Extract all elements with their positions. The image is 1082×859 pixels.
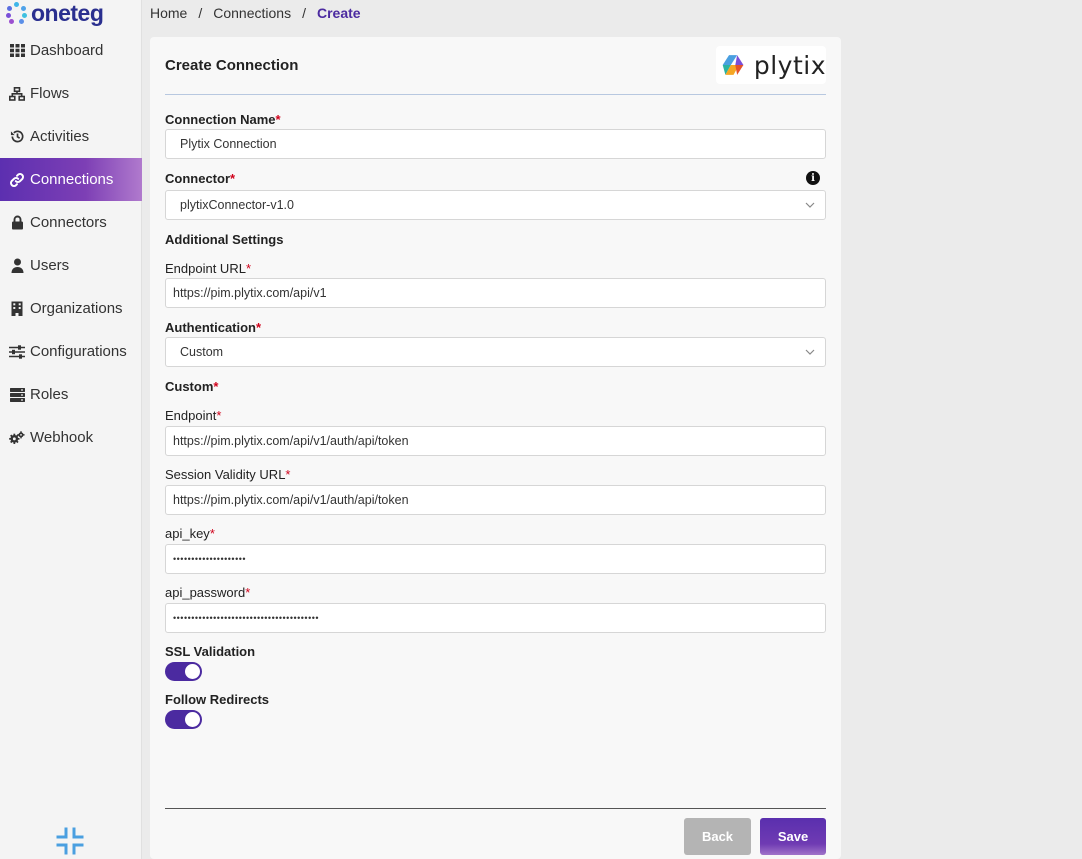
back-button[interactable]: Back — [684, 818, 751, 855]
link-icon — [9, 172, 25, 188]
follow-redirects-label: Follow Redirects — [165, 692, 270, 707]
connector-label: Connector* — [165, 171, 236, 186]
sidebar-item-users[interactable]: Users — [0, 244, 142, 287]
create-connection-card: Create Connection plytix Connection Name… — [150, 37, 841, 859]
connector-select[interactable]: plytixConnector-v1.0 — [165, 190, 826, 220]
building-icon — [9, 301, 25, 317]
breadcrumb-connections-link[interactable]: Connections — [213, 5, 291, 21]
chevron-down-icon — [805, 349, 815, 355]
authentication-select[interactable]: Custom — [165, 337, 826, 367]
plytix-mark-icon — [722, 55, 744, 75]
sidebar-item-label: Flows — [30, 85, 70, 102]
sitemap-icon — [9, 86, 25, 102]
ssl-validation-label: SSL Validation — [165, 644, 256, 659]
plytix-logo-text: plytix — [753, 50, 826, 80]
lock-icon — [9, 215, 25, 231]
endpoint-label: Endpoint* — [165, 408, 222, 423]
authentication-label: Authentication* — [165, 320, 262, 335]
sliders-icon — [9, 344, 25, 360]
endpoint-url-input[interactable]: https://pim.plytix.com/api/v1 — [165, 278, 826, 308]
session-validity-url-label: Session Validity URL* — [165, 467, 291, 482]
sidebar-item-webhook[interactable]: Webhook — [0, 416, 142, 459]
breadcrumb-separator: / — [302, 5, 306, 21]
sidebar-item-label: Webhook — [30, 429, 94, 446]
title-divider — [165, 94, 826, 95]
connection-name-label: Connection Name* — [165, 112, 281, 127]
sidebar-item-label: Roles — [30, 386, 69, 403]
endpoint-input[interactable]: https://pim.plytix.com/api/v1/auth/api/t… — [165, 426, 826, 456]
connection-name-input[interactable]: Plytix Connection — [165, 129, 826, 159]
api-key-label: api_key* — [165, 526, 215, 541]
sidebar-item-label: Activities — [30, 128, 90, 145]
api-password-input[interactable]: •••••••••••••••••••••••••••••••••••••••• — [165, 603, 826, 633]
user-icon — [9, 258, 25, 274]
sidebar-item-activities[interactable]: Activities — [0, 115, 142, 158]
breadcrumb-home-link[interactable]: Home — [150, 5, 187, 21]
session-validity-url-input[interactable]: https://pim.plytix.com/api/v1/auth/api/t… — [165, 485, 826, 515]
api-key-input[interactable]: •••••••••••••••••••• — [165, 544, 826, 574]
compress-icon — [56, 827, 84, 855]
sidebar-item-label: Dashboard — [30, 42, 104, 59]
logo-text: oneteg — [31, 0, 104, 26]
sidebar-item-organizations[interactable]: Organizations — [0, 287, 142, 330]
sidebar-item-flows[interactable]: Flows — [0, 72, 142, 115]
sidebar-item-label: Organizations — [30, 300, 123, 317]
collapse-sidebar-button[interactable] — [56, 827, 84, 855]
sidebar-item-configurations[interactable]: Configurations — [0, 330, 142, 373]
oneteg-logo[interactable]: oneteg — [6, 0, 104, 26]
toggle-knob — [185, 712, 200, 727]
history-icon — [9, 129, 25, 145]
custom-heading: Custom* — [165, 379, 219, 394]
sidebar-item-label: Connections — [30, 171, 114, 188]
breadcrumb-separator: / — [198, 5, 203, 21]
additional-settings-heading: Additional Settings — [165, 232, 284, 247]
page-title: Create Connection — [165, 57, 299, 74]
sidebar-item-connectors[interactable]: Connectors — [0, 201, 142, 244]
logo-mark-icon — [6, 2, 28, 24]
footer-divider — [165, 808, 826, 809]
grid-icon — [9, 43, 25, 59]
breadcrumb: Home / Connections / Create — [150, 5, 361, 21]
gears-icon — [9, 430, 25, 446]
endpoint-url-label: Endpoint URL* — [165, 261, 252, 276]
server-icon — [9, 387, 25, 403]
plytix-brand-logo: plytix — [716, 46, 826, 84]
toggle-knob — [185, 664, 200, 679]
sidebar-item-label: Users — [30, 257, 70, 274]
sidebar-item-connections[interactable]: Connections — [0, 158, 142, 201]
info-icon[interactable]: i — [806, 171, 820, 185]
sidebar-item-label: Connectors — [30, 214, 107, 231]
breadcrumb-current: Create — [316, 5, 361, 21]
chevron-down-icon — [805, 202, 815, 208]
sidebar-item-dashboard[interactable]: Dashboard — [0, 29, 142, 72]
sidebar-nav: Dashboard Flows Activities Connections C… — [0, 29, 142, 459]
sidebar-item-roles[interactable]: Roles — [0, 373, 142, 416]
follow-redirects-toggle[interactable] — [165, 710, 202, 729]
sidebar-item-label: Configurations — [30, 343, 127, 360]
save-button[interactable]: Save — [760, 818, 826, 855]
sidebar: oneteg Dashboard Flows Activities Connec… — [0, 0, 142, 859]
api-password-label: api_password* — [165, 585, 251, 600]
ssl-validation-toggle[interactable] — [165, 662, 202, 681]
